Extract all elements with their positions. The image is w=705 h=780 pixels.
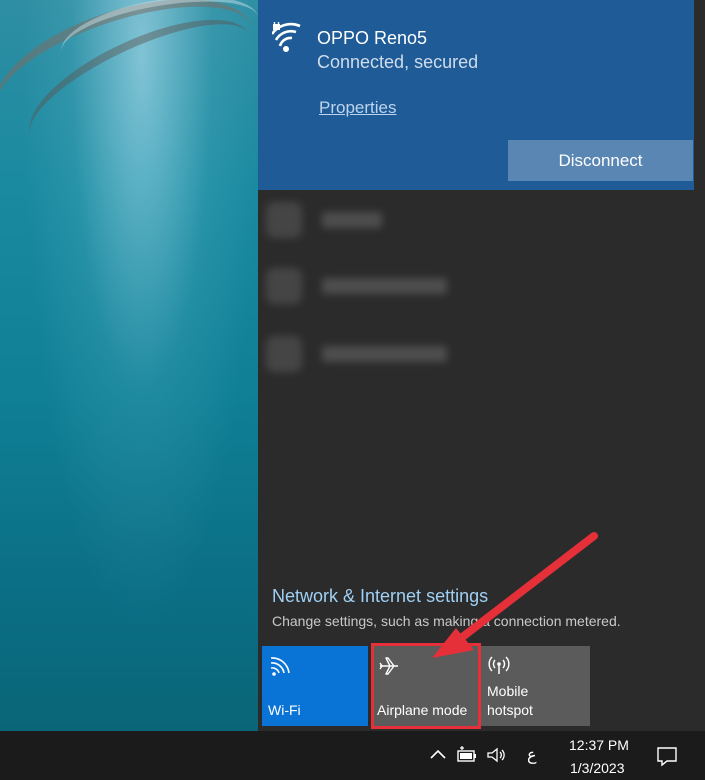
connected-network-card[interactable]: OPPO Reno5 Connected, secured Properties… bbox=[258, 0, 694, 190]
hotspot-icon bbox=[488, 656, 510, 674]
desktop-wallpaper bbox=[0, 0, 272, 731]
phone-icon bbox=[266, 268, 302, 304]
chevron-up-icon[interactable] bbox=[427, 744, 449, 766]
action-center-icon[interactable] bbox=[656, 745, 678, 767]
volume-icon[interactable] bbox=[485, 744, 507, 766]
network-flyout: OPPO Reno5 Connected, secured Properties… bbox=[258, 0, 705, 731]
input-language-indicator[interactable]: ع bbox=[527, 745, 537, 765]
blurred-label bbox=[322, 278, 447, 294]
mobile-hotspot-quick-action[interactable]: Mobile hotspot bbox=[481, 646, 590, 726]
phone-icon bbox=[266, 202, 302, 238]
scrollbar[interactable] bbox=[694, 0, 705, 190]
network-name: OPPO Reno5 bbox=[317, 28, 428, 48]
network-settings-link[interactable]: Network & Internet settings bbox=[272, 586, 488, 607]
wifi-quick-action[interactable]: Wi-Fi bbox=[262, 646, 368, 726]
wifi-label: Wi-Fi bbox=[268, 702, 301, 718]
wifi-secured-icon bbox=[272, 22, 301, 52]
battery-icon[interactable] bbox=[456, 744, 478, 766]
mobile-hotspot-label-line2: hotspot bbox=[487, 702, 533, 718]
mobile-hotspot-label-line1: Mobile bbox=[487, 683, 529, 699]
clock-date[interactable]: 1/3/2023 bbox=[570, 760, 625, 776]
properties-link[interactable]: Properties bbox=[319, 98, 396, 118]
blurred-label bbox=[322, 212, 382, 228]
mobile-hotspot-label: Mobile hotspot bbox=[487, 682, 533, 720]
available-networks-list bbox=[258, 190, 694, 410]
list-item[interactable] bbox=[266, 336, 466, 376]
network-settings-description: Change settings, such as making a connec… bbox=[272, 613, 621, 629]
list-item[interactable] bbox=[266, 202, 466, 242]
network-status: Connected, secured bbox=[317, 52, 479, 72]
blurred-label bbox=[322, 346, 447, 362]
disconnect-button[interactable]: Disconnect bbox=[508, 140, 693, 181]
wifi-icon bbox=[270, 657, 290, 676]
annotation-highlight-box bbox=[371, 643, 481, 729]
wifi-icon bbox=[266, 336, 302, 372]
list-item[interactable] bbox=[266, 268, 466, 308]
clock-time[interactable]: 12:37 PM bbox=[569, 737, 629, 753]
